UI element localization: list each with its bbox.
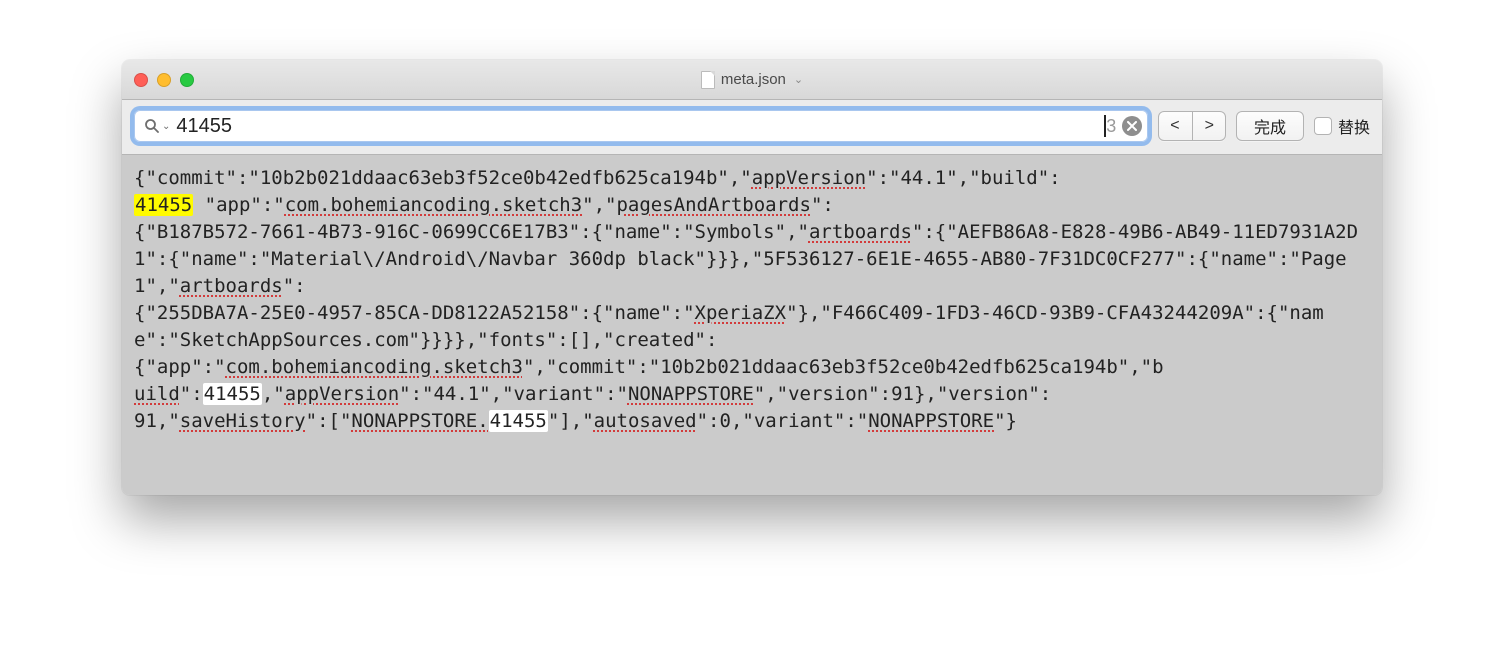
title-area: meta.json ⌄ — [122, 71, 1382, 89]
spell-underline: pagesAndArtboards — [616, 194, 810, 216]
search-field[interactable]: ⌄ 3 — [134, 110, 1148, 142]
spell-underline: artboards — [180, 275, 283, 297]
spell-underline: artboards — [809, 221, 912, 243]
search-input[interactable] — [176, 115, 1104, 138]
window-controls — [134, 73, 194, 87]
replace-checkbox[interactable] — [1314, 117, 1332, 135]
clear-search-button[interactable] — [1122, 116, 1142, 136]
replace-toggle[interactable]: 替换 — [1314, 114, 1370, 138]
spell-underline: XperiaZX — [695, 302, 787, 324]
text-content-area[interactable]: {"commit":"10b2b021ddaac63eb3f52ce0b42ed… — [122, 155, 1382, 495]
search-options-chevron-icon[interactable]: ⌄ — [162, 121, 170, 132]
find-previous-button[interactable]: < — [1158, 111, 1191, 141]
window-title: meta.json — [721, 71, 786, 88]
zoom-window-button[interactable] — [180, 73, 194, 87]
spell-underline: com.bohemiancoding.sketch3 — [285, 194, 582, 216]
spell-underline: NONAPPSTORE. — [351, 410, 488, 432]
replace-label: 替换 — [1338, 114, 1370, 138]
window-titlebar[interactable]: meta.json ⌄ — [122, 60, 1382, 100]
minimize-window-button[interactable] — [157, 73, 171, 87]
spell-underline: uild — [134, 383, 180, 405]
search-match: 41455 — [203, 383, 262, 405]
spell-underline: com.bohemiancoding.sketch3 — [226, 356, 523, 378]
spell-underline: appVersion — [285, 383, 399, 405]
close-window-button[interactable] — [134, 73, 148, 87]
search-match-active: 41455 — [134, 194, 193, 216]
spell-underline: NONAPPSTORE — [628, 383, 754, 405]
search-match: 41455 — [489, 410, 548, 432]
find-bar: ⌄ 3 < > 完成 替换 — [122, 100, 1382, 155]
document-text[interactable]: {"commit":"10b2b021ddaac63eb3f52ce0b42ed… — [134, 165, 1370, 435]
spell-underline: saveHistory — [180, 410, 306, 432]
search-icon — [144, 118, 160, 134]
find-navigation: < > — [1158, 111, 1226, 141]
spell-underline: appVersion — [752, 167, 866, 189]
text-editor-window: meta.json ⌄ ⌄ 3 < > 完成 替换 {"commi — [122, 60, 1382, 495]
spell-underline: autosaved — [594, 410, 697, 432]
file-icon — [701, 71, 715, 89]
title-menu-chevron-icon[interactable]: ⌄ — [794, 73, 803, 86]
done-button[interactable]: 完成 — [1236, 111, 1304, 141]
find-next-button[interactable]: > — [1193, 111, 1226, 141]
spell-underline: NONAPPSTORE — [868, 410, 994, 432]
search-result-count: 3 — [1106, 116, 1116, 137]
